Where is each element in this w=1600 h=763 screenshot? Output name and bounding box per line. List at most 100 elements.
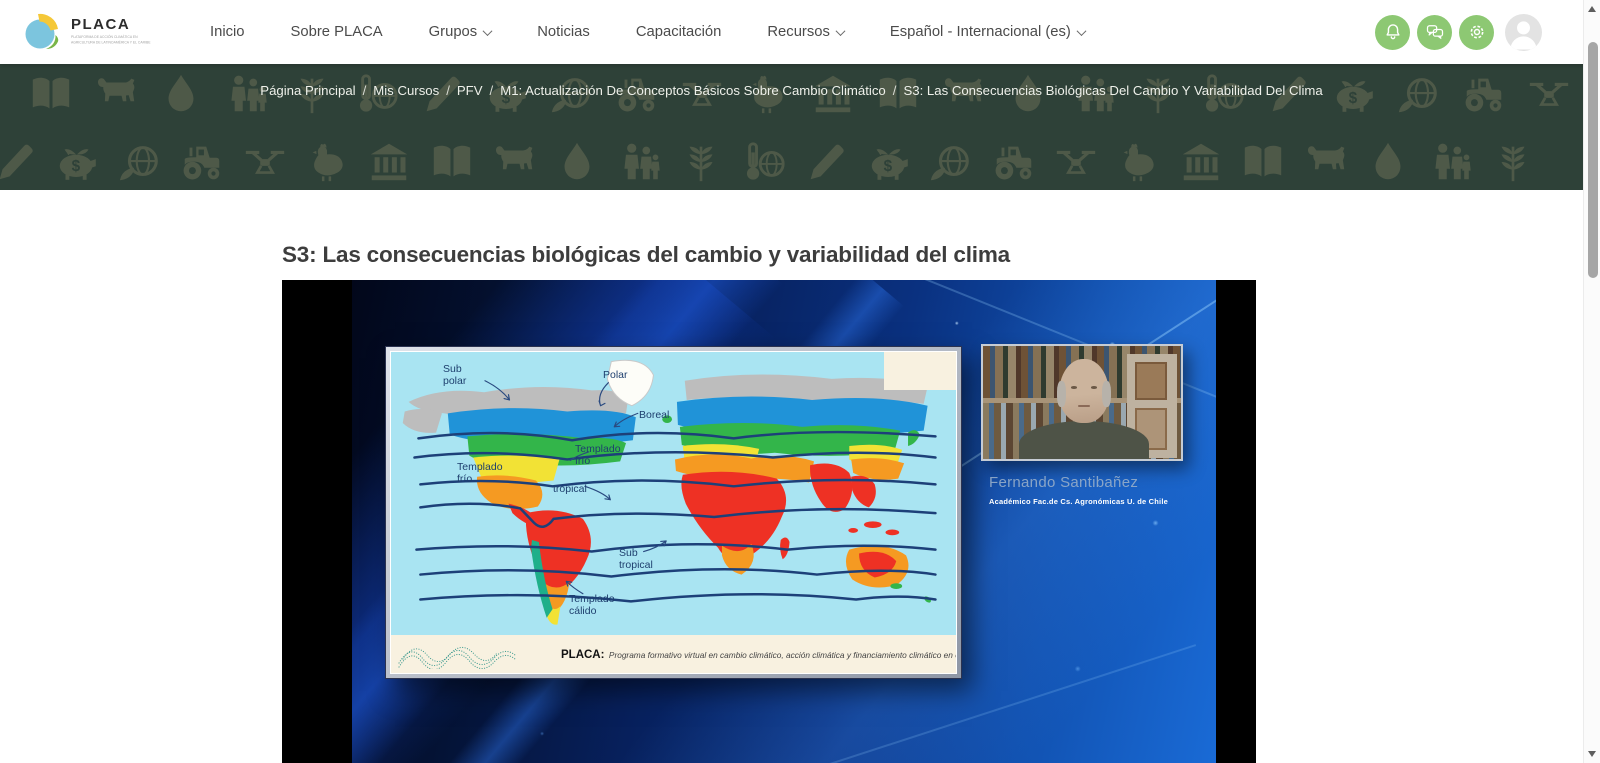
gear-icon — [1467, 22, 1487, 42]
brand-text: PLACA PLATAFORMA DE ACCIÓN CLIMÁTICA EN … — [71, 16, 188, 48]
brand-name: PLACA — [71, 16, 188, 33]
water-drop-icon — [554, 139, 600, 185]
breadcrumb-separator: / — [363, 83, 367, 98]
header-actions — [1375, 14, 1542, 51]
bank-icon — [366, 139, 412, 185]
speaker-shoulders — [1019, 421, 1149, 461]
chevron-down-icon — [483, 26, 493, 36]
piggy-bank-icon — [54, 139, 100, 185]
nav-item-inicio[interactable]: Inicio — [210, 24, 245, 40]
water-drop-icon — [1365, 139, 1411, 185]
book-icon — [1240, 139, 1286, 185]
scrollbar-thumb[interactable] — [1588, 42, 1598, 278]
speaker-mouth — [1078, 405, 1090, 407]
speaker-hair — [1102, 381, 1111, 407]
nav-item-sobre-placa[interactable]: Sobre PLACA — [291, 24, 383, 40]
nav-item-label: Grupos — [429, 24, 478, 40]
tractor-icon — [179, 139, 225, 185]
nav-item-recursos[interactable]: Recursos — [767, 24, 844, 40]
drone-icon — [242, 139, 288, 185]
breadcrumb-link[interactable]: M1: Actualización De Conceptos Básicos S… — [500, 83, 886, 98]
speaker-title: Académico Fac.de Cs. Agronómicas U. de C… — [989, 497, 1168, 506]
map-label: Polar — [603, 370, 628, 382]
map-label: Sub tropical — [619, 548, 669, 571]
family-icon — [616, 139, 662, 185]
settings-button[interactable] — [1459, 15, 1494, 50]
family-icon — [1427, 139, 1473, 185]
breadcrumb-separator: / — [893, 83, 897, 98]
pencil-icon — [0, 139, 38, 185]
world-climate-map: Sub polar Polar Boreal Templado frío Templad… — [391, 352, 956, 635]
chevron-down-icon — [835, 26, 845, 36]
pencil-icon — [803, 139, 849, 185]
breadcrumb-separator: / — [446, 83, 450, 98]
slide-footer-desc: Programa formativo virtual en cambio cli… — [609, 650, 956, 660]
person-icon — [1505, 14, 1542, 51]
breadcrumb-current: S3: Las Consecuencias Biológicas Del Cam… — [903, 83, 1322, 98]
breadcrumb-banner: Página Principal / Mis Cursos / PFV / M1: Actu… — [0, 64, 1600, 190]
map-label: Templado frío — [575, 444, 637, 467]
banner-icon-row — [0, 139, 1564, 185]
scrollbar-up-arrow[interactable] — [1588, 6, 1596, 12]
cow-icon — [1303, 139, 1349, 185]
map-label: Boreal — [639, 410, 669, 422]
messages-button[interactable] — [1417, 15, 1452, 50]
page: PLACA PLATAFORMA DE ACCIÓN CLIMÁTICA EN … — [0, 0, 1600, 763]
bell-icon — [1383, 22, 1403, 42]
chicken-icon — [304, 139, 350, 185]
map-label: Templado cálido — [569, 594, 631, 617]
user-avatar[interactable] — [1505, 14, 1542, 51]
slide-inner: Sub polar Polar Boreal Templado frío Templad… — [390, 351, 957, 674]
map-label: tropical — [553, 484, 587, 496]
notifications-button[interactable] — [1375, 15, 1410, 50]
page-title: S3: Las consecuencias biológicas del cam… — [282, 242, 1256, 268]
slide-background-patch — [884, 352, 956, 390]
top-navbar: PLACA PLATAFORMA DE ACCIÓN CLIMÁTICA EN … — [0, 0, 1600, 64]
chicken-icon — [1115, 139, 1161, 185]
nav-item-label: Capacitación — [636, 24, 722, 40]
breadcrumb-separator: / — [490, 83, 494, 98]
main-nav: Inicio Sobre PLACA Grupos Noticias Capacitac… — [210, 24, 1085, 40]
cow-icon — [491, 139, 537, 185]
drone-icon — [1053, 139, 1099, 185]
wall-frame — [1135, 362, 1167, 400]
wheat-icon — [1490, 139, 1536, 185]
speaker-eye — [1071, 386, 1077, 389]
logo[interactable]: PLACA PLATAFORMA DE ACCIÓN CLIMÁTICA EN … — [22, 12, 188, 52]
nav-item-capacitación[interactable]: Capacitación — [636, 24, 722, 40]
nav-item-label: Inicio — [210, 24, 245, 40]
brand-tagline: PLATAFORMA DE ACCIÓN CLIMÁTICA EN AGRICU… — [71, 35, 151, 45]
nav-item-label: Español - Internacional (es) — [890, 24, 1071, 40]
nav-item-grupos[interactable]: Grupos — [429, 24, 492, 40]
speaker-hair — [1057, 381, 1066, 407]
main-content: S3: Las consecuencias biológicas del cam… — [282, 242, 1256, 763]
chevron-down-icon — [1076, 26, 1086, 36]
nav-item-label: Sobre PLACA — [291, 24, 383, 40]
map-label: Sub polar — [443, 364, 483, 387]
slide-footer: PLACA: Programa formativo virtual en cam… — [391, 635, 956, 673]
breadcrumb: Página Principal / Mis Cursos / PFV / M1: Actu… — [0, 83, 1583, 98]
nav-item-español-internacional-es[interactable]: Español - Internacional (es) — [890, 24, 1085, 40]
speaker-name: Fernando Santibañez — [989, 474, 1138, 491]
piggy-bank-icon — [866, 139, 912, 185]
breadcrumb-link[interactable]: Página Principal — [260, 83, 355, 98]
nav-item-label: Recursos — [767, 24, 830, 40]
bank-icon — [1178, 139, 1224, 185]
map-label: Templado frío — [457, 462, 519, 485]
scrollbar — [1583, 0, 1600, 763]
globe-leaf-icon — [928, 139, 974, 185]
breadcrumb-link[interactable]: PFV — [457, 83, 483, 98]
slide-footer-text: PLACA: Programa formativo virtual en cam… — [561, 645, 956, 663]
video-content: Sub polar Polar Boreal Templado frío Templad… — [352, 280, 1216, 763]
scrollbar-down-arrow[interactable] — [1588, 751, 1596, 757]
slide-footer-brand: PLACA: — [561, 649, 604, 661]
wheat-icon — [678, 139, 724, 185]
video-player[interactable]: Sub polar Polar Boreal Templado frío Templad… — [282, 280, 1256, 763]
nav-item-noticias[interactable]: Noticias — [537, 24, 590, 40]
breadcrumb-link[interactable]: Mis Cursos — [373, 83, 439, 98]
speaker-face — [1059, 359, 1109, 423]
dotted-wave-decoration — [397, 639, 547, 669]
speaker-webcam — [981, 344, 1183, 461]
world-climate-map-graphic — [391, 352, 956, 635]
nav-item-label: Noticias — [537, 24, 590, 40]
